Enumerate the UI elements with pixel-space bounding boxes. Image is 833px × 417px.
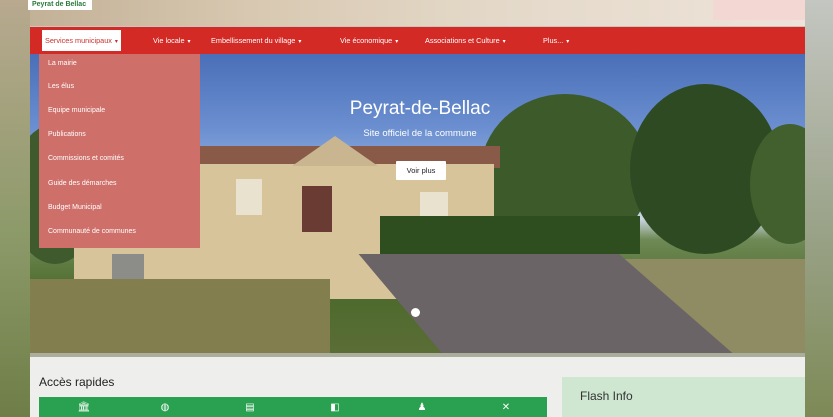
- bank-icon[interactable]: 🏛: [77, 401, 91, 415]
- menu-item-publications[interactable]: Publications: [48, 131, 86, 138]
- hedge: [380, 216, 640, 254]
- nav-item-plus[interactable]: Plus... ▾: [543, 27, 569, 54]
- main-navbar: Services municipaux ▾ Vie locale ▾ Embelli…: [30, 27, 805, 54]
- menu-item-equipe-municipale[interactable]: Equipe municipale: [48, 107, 105, 114]
- background-top: [0, 0, 833, 26]
- user-icon[interactable]: ♟: [415, 401, 429, 415]
- caret-down-icon: ▾: [114, 39, 118, 45]
- services-dropdown-menu: La mairie Les élus Equipe municipale Pub…: [39, 54, 200, 248]
- voir-plus-button[interactable]: Voir plus: [396, 161, 446, 180]
- background-left: [0, 0, 30, 417]
- document-icon[interactable]: ▤: [243, 401, 257, 415]
- caret-down-icon: ▾: [502, 39, 506, 45]
- content-section: Accès rapides 🏛 ◍ ▤ ◧ ♟ ✕ Flash Info: [30, 357, 805, 417]
- nav-label: Embellissement du village: [211, 36, 296, 45]
- nav-label: Associations et Culture: [425, 36, 500, 45]
- window: [236, 179, 262, 215]
- background-right: [805, 0, 833, 417]
- site-name-tag[interactable]: Peyrat de Bellac: [28, 0, 93, 10]
- menu-item-les-elus[interactable]: Les élus: [48, 83, 74, 90]
- nav-item-vie-locale[interactable]: Vie locale ▾: [153, 27, 191, 54]
- nav-label: Vie locale: [153, 36, 185, 45]
- window: [420, 192, 448, 216]
- caret-down-icon: ▾: [395, 39, 399, 45]
- nav-label: Plus...: [543, 36, 564, 45]
- caret-down-icon: ▾: [298, 39, 302, 45]
- tools-icon[interactable]: ✕: [499, 401, 513, 415]
- book-icon[interactable]: ◧: [328, 401, 342, 415]
- globe-icon[interactable]: ◍: [158, 401, 172, 415]
- quick-access-title: Accès rapides: [39, 375, 115, 389]
- door: [302, 186, 332, 232]
- lawn: [30, 279, 330, 353]
- menu-item-la-mairie[interactable]: La mairie: [48, 60, 77, 67]
- nav-item-embellissement[interactable]: Embellissement du village ▾: [211, 27, 301, 54]
- carousel-indicator[interactable]: [411, 308, 420, 317]
- hero-subtitle: Site officiel de la commune: [363, 128, 477, 139]
- nav-label: Vie économique: [340, 36, 393, 45]
- nav-item-vie-economique[interactable]: Vie économique ▾: [340, 27, 398, 54]
- nav-item-services-municipaux[interactable]: Services municipaux ▾: [42, 30, 121, 51]
- caret-down-icon: ▾: [187, 39, 191, 45]
- menu-item-communaute[interactable]: Communauté de communes: [48, 228, 136, 235]
- hero-title: Peyrat-de-Bellac: [349, 98, 491, 119]
- caret-down-icon: ▾: [566, 39, 570, 45]
- flash-info-title: Flash Info: [580, 389, 633, 403]
- menu-item-guide-demarches[interactable]: Guide des démarches: [48, 180, 116, 187]
- nav-label: Services municipaux: [45, 36, 112, 45]
- nav-item-associations-culture[interactable]: Associations et Culture ▾: [425, 27, 506, 54]
- flash-info-panel: Flash Info: [562, 377, 805, 417]
- menu-item-budget[interactable]: Budget Municipal: [48, 204, 102, 211]
- menu-item-commissions[interactable]: Commissions et comités: [48, 155, 124, 162]
- quick-access-bar: 🏛 ◍ ▤ ◧ ♟ ✕: [39, 397, 547, 417]
